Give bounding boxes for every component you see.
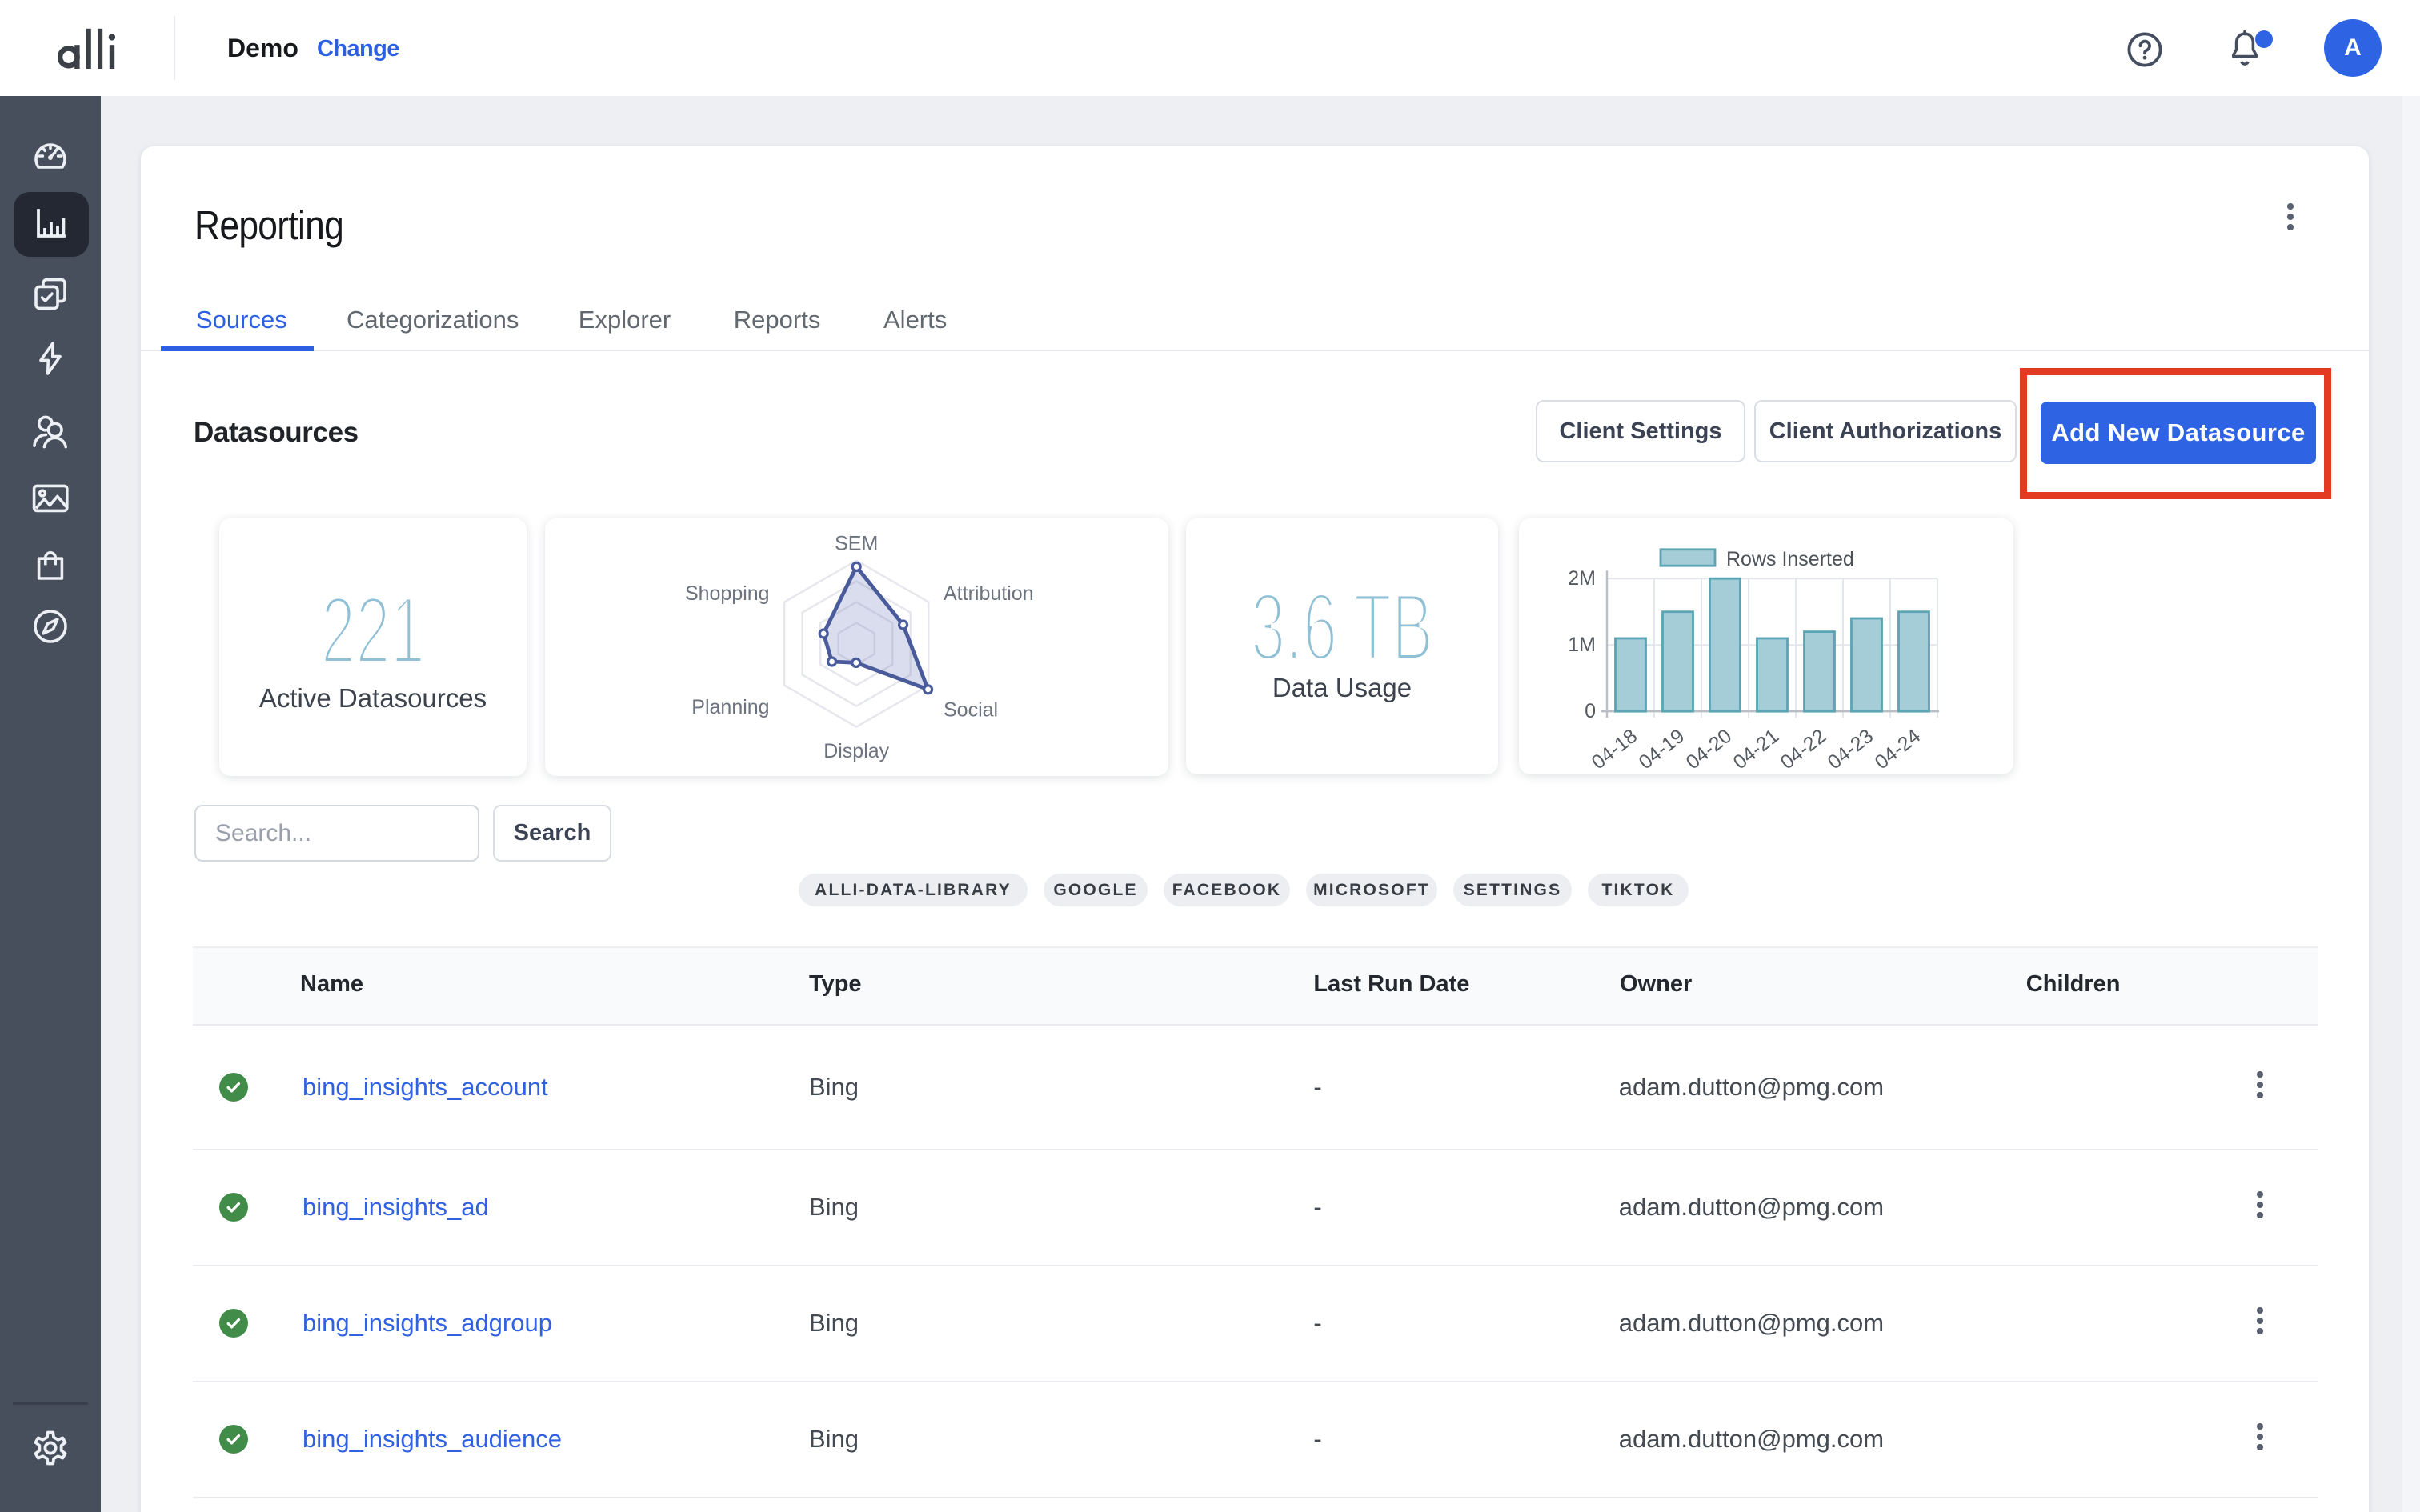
svg-text:04-20: 04-20 [1682,725,1737,771]
svg-text:Display: Display [823,740,889,762]
svg-text:2M: 2M [1568,567,1596,590]
svg-text:Shopping: Shopping [685,582,770,605]
svg-text:04-21: 04-21 [1729,725,1784,771]
svg-text:Planning: Planning [691,696,769,718]
svg-text:04-23: 04-23 [1824,725,1878,771]
svg-text:1M: 1M [1568,634,1596,656]
svg-text:Social: Social [944,698,998,721]
svg-text:04-22: 04-22 [1777,725,1831,771]
svg-text:04-18: 04-18 [1588,725,1642,771]
svg-text:Attribution: Attribution [944,582,1034,605]
svg-text:04-19: 04-19 [1635,725,1689,771]
svg-text:0: 0 [1585,700,1596,722]
svg-text:Rows Inserted: Rows Inserted [1726,548,1854,570]
svg-text:04-24: 04-24 [1871,725,1925,771]
svg-text:SEM: SEM [835,533,878,555]
